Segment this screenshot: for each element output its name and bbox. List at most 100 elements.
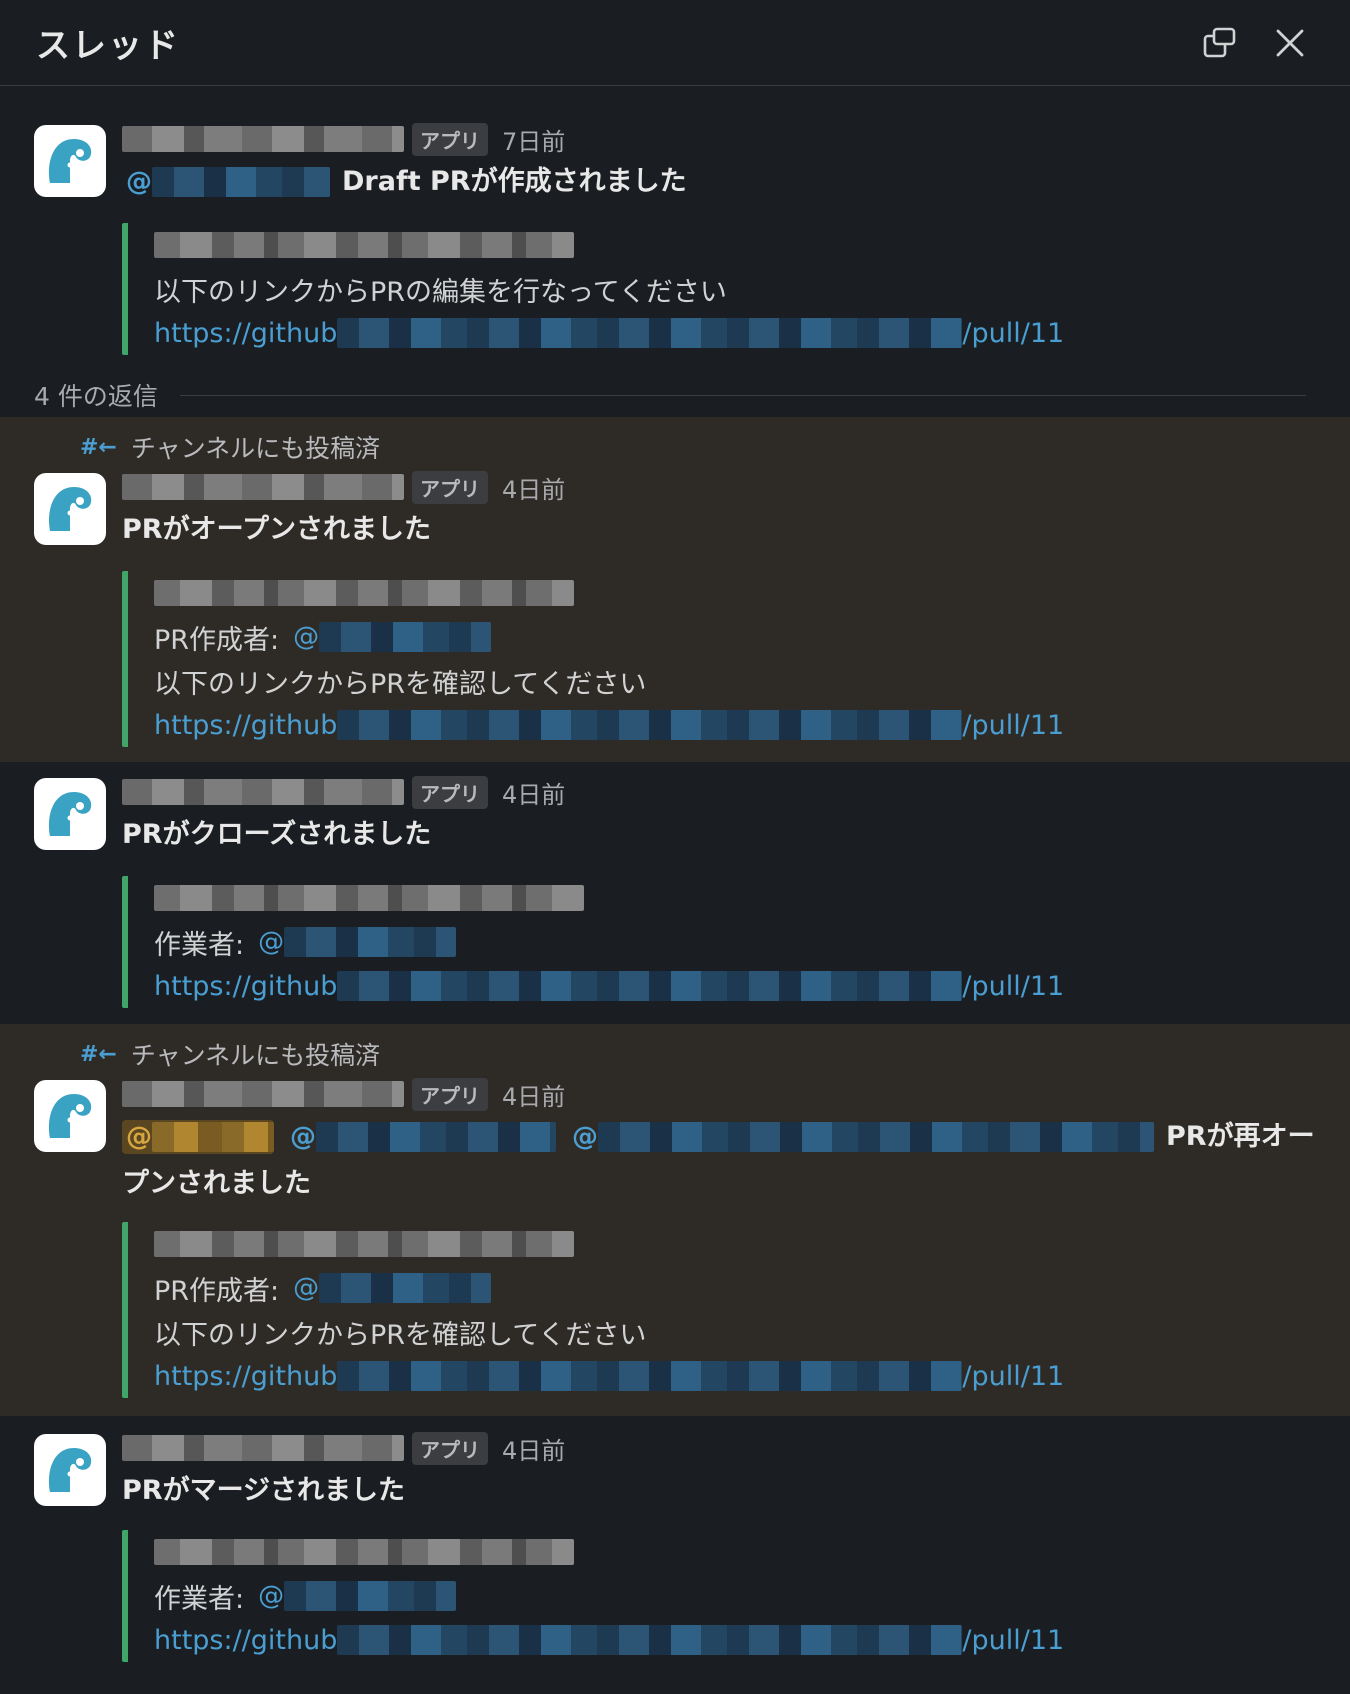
redacted-sender-name bbox=[122, 474, 404, 500]
message-title: PRがオープンされました bbox=[122, 508, 1322, 552]
title-text: PRが再オー bbox=[1166, 1121, 1315, 1152]
link-end: /pull/11 bbox=[962, 317, 1065, 349]
close-button[interactable] bbox=[1266, 19, 1314, 67]
self-mention[interactable]: @ bbox=[122, 1120, 274, 1154]
app-badge: アプリ bbox=[412, 470, 488, 504]
link-end: /pull/11 bbox=[962, 970, 1065, 1002]
pr-link[interactable]: https://github /pull/11 bbox=[154, 703, 1064, 747]
redacted-repo-name bbox=[154, 1231, 574, 1257]
app-logo-icon bbox=[49, 487, 92, 531]
pr-link[interactable]: https://github /pull/11 bbox=[154, 1618, 1064, 1662]
app-logo-icon bbox=[49, 1094, 92, 1138]
user-mention[interactable]: @ bbox=[122, 165, 330, 199]
message-title: PRがマージされました bbox=[122, 1469, 1322, 1513]
link-start: https://github bbox=[154, 970, 338, 1002]
pr-link[interactable]: https://github /pull/11 bbox=[154, 964, 1064, 1008]
app-badge: アプリ bbox=[412, 775, 488, 809]
app-avatar[interactable] bbox=[34, 1080, 106, 1152]
user-mention[interactable]: @ bbox=[289, 620, 492, 654]
attachment-instruction: 以下のリンクからPRの編集を行なってください bbox=[154, 276, 727, 308]
message-title: PRがクローズされました bbox=[122, 813, 1322, 857]
redacted-sender-name bbox=[122, 1081, 404, 1107]
redacted-link-path bbox=[337, 710, 963, 740]
mention-prefix: @ bbox=[126, 1122, 152, 1152]
thread-header: スレッド bbox=[0, 0, 1350, 86]
user-mention[interactable]: @ bbox=[254, 925, 457, 959]
redacted-mention bbox=[152, 167, 330, 197]
app-badge: アプリ bbox=[412, 122, 488, 156]
message-meta: アプリ 4日前 bbox=[122, 1076, 565, 1112]
timestamp[interactable]: 7日前 bbox=[502, 122, 565, 157]
app-badge: アプリ bbox=[412, 1077, 488, 1111]
attachment: 作業者: @ https://github /pull/11 bbox=[122, 1530, 1064, 1662]
app-logo-icon bbox=[49, 1448, 92, 1492]
title-text: PRがクローズされました bbox=[122, 819, 432, 850]
also-sent-text: チャンネルにも投稿済 bbox=[130, 434, 381, 463]
mention-prefix: @ bbox=[572, 1122, 598, 1152]
also-sent-text: チャンネルにも投稿済 bbox=[130, 1041, 381, 1070]
user-mention[interactable]: @ bbox=[254, 1579, 457, 1613]
message-meta: アプリ 4日前 bbox=[122, 469, 565, 505]
open-in-window-icon bbox=[1203, 27, 1236, 57]
reply-message: #← チャンネルにも投稿済 アプリ 4日前 PRがオープンされました PR作成者… bbox=[0, 417, 1350, 762]
app-logo-icon bbox=[49, 139, 92, 183]
title-text: PRがマージされました bbox=[122, 1475, 406, 1506]
redacted-mention bbox=[316, 1122, 556, 1152]
mention-prefix: @ bbox=[293, 1273, 320, 1303]
app-avatar[interactable] bbox=[34, 125, 106, 197]
redacted-repo-name bbox=[154, 232, 574, 258]
redacted-mention bbox=[152, 1122, 274, 1152]
timestamp[interactable]: 4日前 bbox=[502, 470, 565, 505]
app-avatar[interactable] bbox=[34, 778, 106, 850]
divider-line bbox=[179, 394, 1306, 396]
timestamp[interactable]: 4日前 bbox=[502, 1077, 565, 1112]
replies-divider: 4 件の返信 bbox=[34, 380, 1306, 411]
message-meta: アプリ 4日前 bbox=[122, 774, 565, 810]
redacted-sender-name bbox=[122, 126, 404, 152]
mention-prefix: @ bbox=[258, 1581, 285, 1611]
message-meta: アプリ 7日前 bbox=[122, 121, 565, 157]
mention-prefix: @ bbox=[290, 1122, 316, 1152]
open-in-window-button[interactable] bbox=[1196, 19, 1244, 67]
user-mention[interactable]: @ bbox=[289, 1271, 492, 1305]
field-label: PR作成者: bbox=[154, 624, 280, 656]
reply-message: #← チャンネルにも投稿済 アプリ 4日前 @ @ @ PRが再オー プンされま… bbox=[0, 1024, 1350, 1416]
redacted-mention bbox=[284, 1581, 457, 1611]
attachment-instruction: 以下のリンクからPRを確認してください bbox=[154, 668, 647, 700]
thread-title: スレッド bbox=[36, 26, 180, 66]
link-start: https://github bbox=[154, 709, 338, 741]
attachment: PR作成者: @ 以下のリンクからPRを確認してください https://git… bbox=[122, 1222, 1064, 1398]
redacted-mention bbox=[598, 1122, 1154, 1152]
link-end: /pull/11 bbox=[962, 1360, 1065, 1392]
attachment-field: 作業者: @ bbox=[154, 920, 1064, 964]
pr-link[interactable]: https://github /pull/11 bbox=[154, 1354, 1064, 1398]
link-start: https://github bbox=[154, 1624, 338, 1656]
link-start: https://github bbox=[154, 1360, 338, 1392]
link-end: /pull/11 bbox=[962, 1624, 1065, 1656]
title-text-continued: プンされました bbox=[122, 1168, 311, 1199]
redacted-link-path bbox=[337, 1361, 963, 1391]
app-avatar[interactable] bbox=[34, 473, 106, 545]
field-label: 作業者: bbox=[154, 1583, 245, 1615]
mention-prefix: @ bbox=[293, 622, 320, 652]
message-title: @ Draft PRが作成されました bbox=[122, 160, 1322, 204]
timestamp[interactable]: 4日前 bbox=[502, 1431, 565, 1466]
redacted-link-path bbox=[337, 318, 963, 348]
attachment: PR作成者: @ 以下のリンクからPRを確認してください https://git… bbox=[122, 571, 1064, 747]
user-mention[interactable]: @ bbox=[568, 1120, 1154, 1154]
app-avatar[interactable] bbox=[34, 1434, 106, 1506]
attachment: 作業者: @ https://github /pull/11 bbox=[122, 876, 1064, 1008]
redacted-sender-name bbox=[122, 779, 404, 805]
channel-arrow-icon: #← bbox=[80, 434, 117, 460]
redacted-repo-name bbox=[154, 885, 584, 911]
attachment-field: 作業者: @ bbox=[154, 1574, 1064, 1618]
redacted-link-path bbox=[337, 1625, 963, 1655]
pr-link[interactable]: https://github /pull/11 bbox=[154, 311, 1064, 355]
timestamp[interactable]: 4日前 bbox=[502, 775, 565, 810]
replies-count: 4 件の返信 bbox=[34, 382, 158, 411]
field-label: 作業者: bbox=[154, 929, 245, 961]
mention-prefix: @ bbox=[258, 927, 285, 957]
message-title: @ @ @ PRが再オー bbox=[122, 1115, 1322, 1159]
user-mention[interactable]: @ bbox=[286, 1120, 556, 1154]
app-badge: アプリ bbox=[412, 1431, 488, 1465]
